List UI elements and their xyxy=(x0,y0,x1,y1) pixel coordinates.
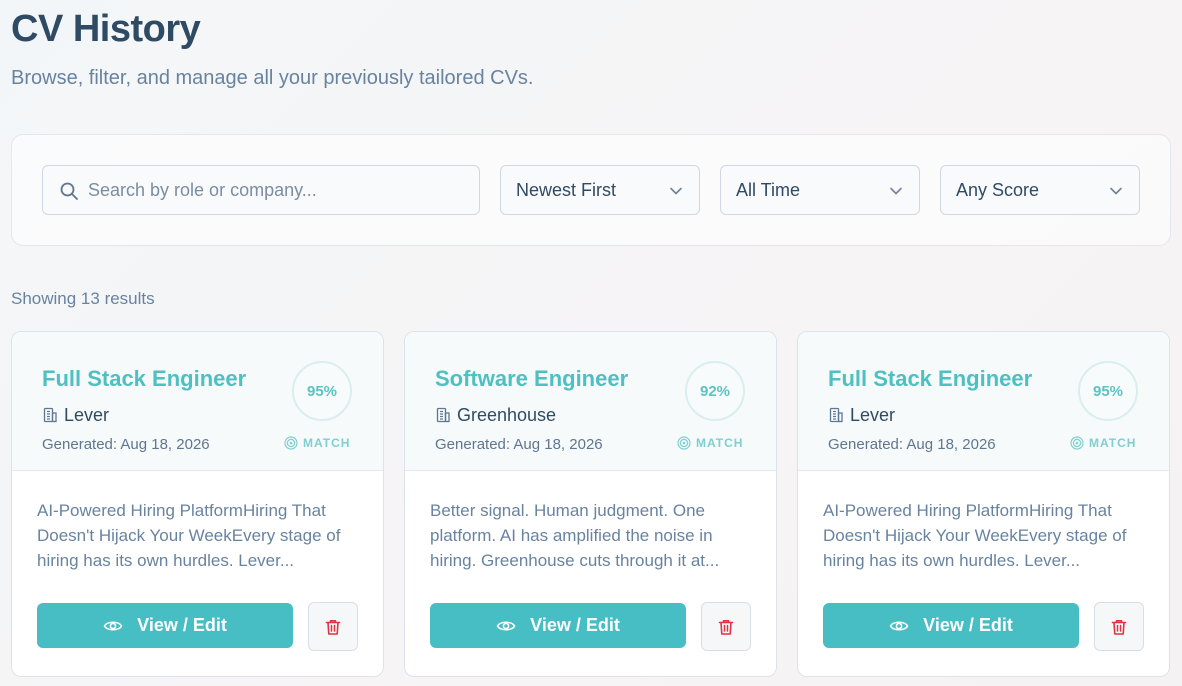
cv-card-title: Software Engineer xyxy=(435,366,629,391)
cv-card-header: Full Stack Engineer Lever Generated: Aug… xyxy=(12,332,383,471)
cv-card-company: Lever xyxy=(828,404,895,426)
cv-card: Software Engineer Greenhouse Generated: … xyxy=(404,331,777,677)
delete-button[interactable] xyxy=(1094,602,1144,651)
delete-button[interactable] xyxy=(308,602,358,651)
match-score-circle: 95% xyxy=(1078,361,1138,421)
match-score-circle: 95% xyxy=(292,361,352,421)
view-edit-button[interactable]: View / Edit xyxy=(37,603,293,648)
trash-icon xyxy=(718,619,734,635)
sort-select-value: Newest First xyxy=(516,180,617,200)
time-select[interactable]: All Time xyxy=(720,165,920,215)
building-icon xyxy=(43,407,57,423)
chevron-down-icon xyxy=(670,187,682,195)
cv-card-generated-date: Generated: Aug 18, 2026 xyxy=(42,436,210,453)
cv-card: Full Stack Engineer Lever Generated: Aug… xyxy=(11,331,384,677)
view-edit-button[interactable]: View / Edit xyxy=(823,603,1079,648)
eye-icon xyxy=(889,620,909,631)
cv-card-company-name: Greenhouse xyxy=(457,404,557,425)
match-label-text: MATCH xyxy=(303,436,351,450)
cv-card-company-name: Lever xyxy=(64,404,110,425)
page-title: CV History xyxy=(11,8,201,50)
filter-bar: Newest First All Time Any Score xyxy=(11,134,1171,246)
score-select-value: Any Score xyxy=(956,180,1040,200)
cv-card-header: Full Stack Engineer Lever Generated: Aug… xyxy=(798,332,1169,471)
time-select-value: All Time xyxy=(736,180,801,200)
eye-icon xyxy=(103,620,123,631)
sort-select[interactable]: Newest First xyxy=(500,165,700,215)
match-label: MATCH xyxy=(677,436,743,450)
cv-card-company-name: Lever xyxy=(850,404,896,425)
match-label-text: MATCH xyxy=(696,436,744,450)
search-input[interactable] xyxy=(88,166,468,214)
trash-icon xyxy=(1111,619,1127,635)
search-box[interactable] xyxy=(42,165,480,215)
eye-icon xyxy=(496,620,516,631)
chevron-down-icon xyxy=(1110,187,1122,195)
cv-card-description: AI-Powered Hiring PlatformHiring That Do… xyxy=(823,501,1127,570)
cv-card-generated-date: Generated: Aug 18, 2026 xyxy=(828,436,996,453)
cv-card-description: Better signal. Human judgment. One platf… xyxy=(430,501,720,570)
cv-card: Full Stack Engineer Lever Generated: Aug… xyxy=(797,331,1170,677)
target-icon xyxy=(284,436,298,450)
trash-icon xyxy=(325,619,341,635)
score-select[interactable]: Any Score xyxy=(940,165,1140,215)
building-icon xyxy=(829,407,843,423)
cv-card-description: AI-Powered Hiring PlatformHiring That Do… xyxy=(37,501,341,570)
view-edit-label: View / Edit xyxy=(530,615,620,635)
target-icon xyxy=(677,436,691,450)
view-edit-label: View / Edit xyxy=(137,615,227,635)
view-edit-label: View / Edit xyxy=(923,615,1013,635)
cv-history-page: CV History Browse, filter, and manage al… xyxy=(0,0,1182,686)
result-count: Showing 13 results xyxy=(11,289,155,308)
page-subtitle: Browse, filter, and manage all your prev… xyxy=(11,67,534,89)
building-icon xyxy=(436,407,450,423)
chevron-down-icon xyxy=(890,187,902,195)
match-label: MATCH xyxy=(284,436,350,450)
cv-card-title: Full Stack Engineer xyxy=(828,366,1033,391)
cv-card-generated-date: Generated: Aug 18, 2026 xyxy=(435,436,603,453)
match-label-text: MATCH xyxy=(1089,436,1137,450)
cv-card-title: Full Stack Engineer xyxy=(42,366,247,391)
cv-card-header: Software Engineer Greenhouse Generated: … xyxy=(405,332,776,471)
cv-card-company: Lever xyxy=(42,404,109,426)
match-score-circle: 92% xyxy=(685,361,745,421)
search-icon xyxy=(60,182,78,200)
match-label: MATCH xyxy=(1070,436,1136,450)
delete-button[interactable] xyxy=(701,602,751,651)
target-icon xyxy=(1070,436,1084,450)
cv-card-company: Greenhouse xyxy=(435,404,556,426)
view-edit-button[interactable]: View / Edit xyxy=(430,603,686,648)
